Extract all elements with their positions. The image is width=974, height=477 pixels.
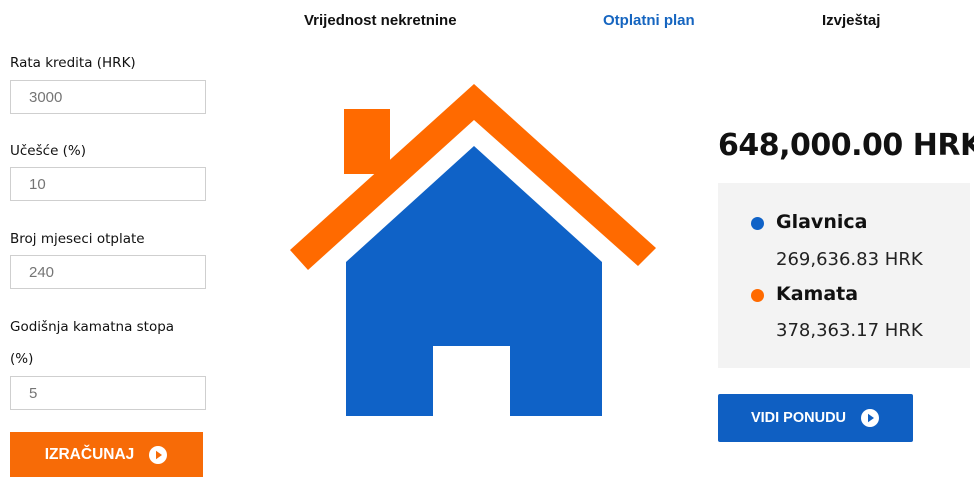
view-offer-button[interactable]: VIDI PONUDU [718,394,913,442]
interest-rate-label-unit: (%) [10,351,34,367]
down-payment-input[interactable] [10,167,206,201]
interest-legend-dot [751,289,764,302]
summary-panel: Glavnica 269,636.83 HRK Kamata 378,363.1… [718,183,970,368]
months-input[interactable] [10,255,206,289]
house-icon [290,84,656,416]
loan-installment-label: Rata kredita (HRK) [10,55,136,71]
interest-rate-label: Godišnja kamatna stopa [10,319,175,335]
calculate-button-label: IZRAČUNAJ [44,445,135,463]
loan-installment-input[interactable] [10,80,206,114]
months-label: Broj mjeseci otplate [10,231,145,247]
interest-label: Kamata [776,283,859,305]
play-circle-icon [861,409,880,427]
play-circle-icon [149,445,168,464]
down-payment-label: Učešće (%) [10,143,87,159]
tab-report[interactable]: Izvještaj [822,12,880,29]
tab-property-value[interactable]: Vrijednost nekretnine [304,12,457,29]
calculate-button[interactable]: IZRAČUNAJ [10,432,203,477]
principal-value: 269,636.83 HRK [776,249,923,270]
view-offer-button-label: VIDI PONUDU [750,410,847,426]
interest-rate-input[interactable] [10,376,206,410]
tab-repayment-plan[interactable]: Otplatni plan [603,12,695,29]
interest-value: 378,363.17 HRK [776,320,923,341]
principal-legend-dot [751,217,764,230]
principal-label: Glavnica [776,211,868,233]
total-amount: 648,000.00 HRK [718,128,974,163]
